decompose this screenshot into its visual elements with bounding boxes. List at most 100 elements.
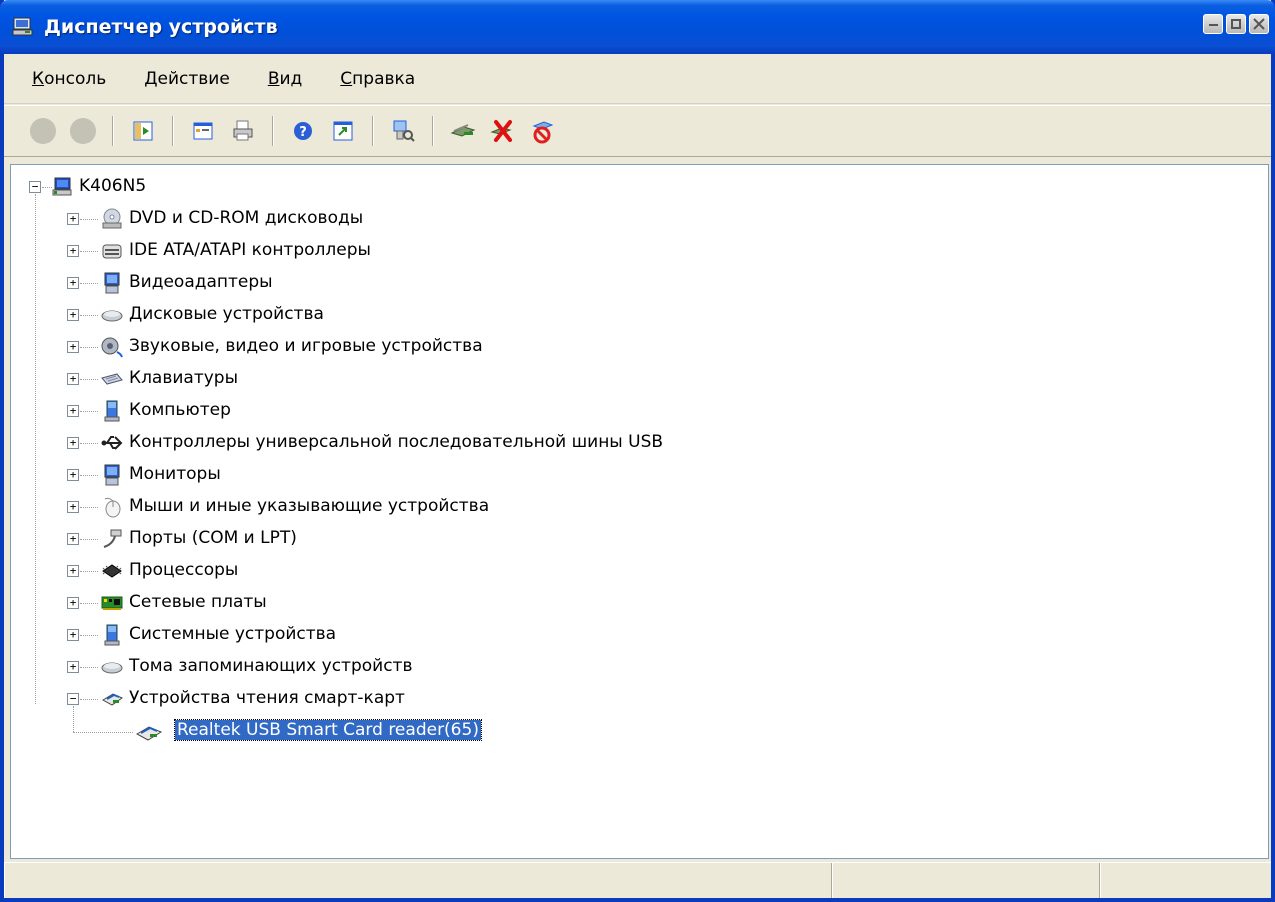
print-button[interactable] bbox=[226, 114, 260, 148]
update-driver-button[interactable] bbox=[446, 114, 480, 148]
status-bar bbox=[4, 862, 1271, 898]
scan-hardware-icon bbox=[393, 120, 415, 142]
expand-monitors-toggle[interactable]: + bbox=[67, 469, 79, 481]
disable-icon bbox=[532, 121, 554, 144]
maximize-icon bbox=[1231, 19, 1241, 29]
toolbar-separator bbox=[432, 116, 434, 146]
tree-connector bbox=[80, 251, 98, 252]
tree-connector bbox=[80, 699, 98, 700]
expand-system-toggle[interactable]: + bbox=[67, 629, 79, 641]
category-system-label[interactable]: Системные устройства bbox=[129, 624, 336, 644]
forward-button[interactable] bbox=[66, 114, 100, 148]
tree-connector bbox=[80, 443, 98, 444]
expand-usb-toggle[interactable]: + bbox=[67, 437, 79, 449]
forward-icon bbox=[70, 118, 96, 144]
device-manager-icon bbox=[12, 16, 34, 38]
category-volumes-label[interactable]: Тома запоминающих устройств bbox=[129, 656, 412, 676]
minimize-button[interactable] bbox=[1203, 14, 1223, 34]
window-title: Диспетчер устройств bbox=[44, 16, 278, 38]
properties-button[interactable] bbox=[186, 114, 220, 148]
tree-connector bbox=[80, 219, 98, 220]
status-cell-main bbox=[4, 863, 832, 898]
maximize-button[interactable] bbox=[1226, 14, 1246, 34]
category-ide-label[interactable]: IDE ATA/ATAPI контроллеры bbox=[129, 240, 371, 260]
category-mice-label[interactable]: Мыши и иные указывающие устройства bbox=[129, 496, 489, 516]
svg-text:?: ? bbox=[299, 125, 307, 140]
expand-network-toggle[interactable]: + bbox=[67, 597, 79, 609]
expand-computer-toggle[interactable]: + bbox=[67, 405, 79, 417]
help-button[interactable]: ? bbox=[286, 114, 320, 148]
sound-device-icon bbox=[101, 336, 123, 358]
menu-console[interactable]: Консоль bbox=[30, 67, 108, 91]
computer-category-icon bbox=[101, 400, 123, 422]
dvd-drive-icon bbox=[101, 208, 123, 230]
category-dvd-label[interactable]: DVD и CD-ROM дисководы bbox=[129, 208, 363, 228]
tree-connector bbox=[80, 571, 98, 572]
device-tree[interactable]: − K406N5 + DVD и CD-ROM дисководы + IDE … bbox=[10, 164, 1269, 859]
category-usb-label[interactable]: Контроллеры универсальной последовательн… bbox=[129, 432, 663, 452]
title-bar[interactable]: Диспетчер устройств bbox=[0, 0, 1275, 54]
tree-connector bbox=[80, 315, 98, 316]
scan-hardware-button[interactable] bbox=[386, 114, 420, 148]
back-button[interactable] bbox=[26, 114, 60, 148]
category-cpu-label[interactable]: Процессоры bbox=[129, 560, 238, 580]
category-monitors-label[interactable]: Мониторы bbox=[129, 464, 221, 484]
menu-help[interactable]: Справка bbox=[338, 67, 417, 91]
category-sound-label[interactable]: Звуковые, видео и игровые устройства bbox=[129, 336, 483, 356]
tree-connector bbox=[80, 283, 98, 284]
expand-ports-toggle[interactable]: + bbox=[67, 533, 79, 545]
export-icon bbox=[333, 121, 353, 141]
menu-action[interactable]: Действие bbox=[142, 67, 232, 91]
category-ports-label[interactable]: Порты (COM и LPT) bbox=[129, 528, 297, 548]
collapse-root-toggle[interactable]: − bbox=[29, 181, 41, 193]
menu-view[interactable]: Вид bbox=[266, 67, 304, 91]
uninstall-button[interactable] bbox=[486, 114, 520, 148]
category-network-label[interactable]: Сетевые платы bbox=[129, 592, 267, 612]
category-video-label[interactable]: Видеоадаптеры bbox=[129, 272, 273, 292]
monitor-icon bbox=[101, 464, 123, 486]
ide-controller-icon bbox=[101, 240, 123, 262]
disable-button[interactable] bbox=[526, 114, 560, 148]
expand-cpu-toggle[interactable]: + bbox=[67, 565, 79, 577]
export-button[interactable] bbox=[326, 114, 360, 148]
usb-icon bbox=[101, 432, 123, 454]
tree-connector bbox=[80, 347, 98, 348]
processor-icon bbox=[101, 560, 123, 582]
expand-keyboard-toggle[interactable]: + bbox=[67, 373, 79, 385]
root-computer-label[interactable]: K406N5 bbox=[79, 176, 146, 196]
expand-disk-toggle[interactable]: + bbox=[67, 309, 79, 321]
toolbar-separator bbox=[372, 116, 374, 146]
network-card-icon bbox=[101, 592, 123, 614]
keyboard-icon bbox=[101, 368, 123, 390]
toolbar-separator bbox=[112, 116, 114, 146]
expand-video-toggle[interactable]: + bbox=[67, 277, 79, 289]
show-hide-tree-icon bbox=[133, 121, 153, 141]
category-disk-label[interactable]: Дисковые устройства bbox=[129, 304, 324, 324]
category-keyboard-label[interactable]: Клавиатуры bbox=[129, 368, 238, 388]
show-hide-tree-button[interactable] bbox=[126, 114, 160, 148]
close-button[interactable] bbox=[1249, 14, 1269, 34]
toolbar-separator bbox=[172, 116, 174, 146]
tree-connector bbox=[73, 732, 133, 733]
close-icon bbox=[1253, 18, 1265, 30]
expand-volumes-toggle[interactable]: + bbox=[67, 661, 79, 673]
category-computer-label[interactable]: Компьютер bbox=[129, 400, 231, 420]
tree-connector bbox=[80, 635, 98, 636]
expand-ide-toggle[interactable]: + bbox=[67, 245, 79, 257]
tree-connector bbox=[80, 379, 98, 380]
expand-dvd-toggle[interactable]: + bbox=[67, 213, 79, 225]
print-icon bbox=[233, 120, 253, 141]
menu-bar: Консоль Действие Вид Справка bbox=[4, 54, 1271, 104]
expand-sound-toggle[interactable]: + bbox=[67, 341, 79, 353]
tree-connector bbox=[35, 194, 36, 704]
category-smartcard-label[interactable]: Устройства чтения смарт-карт bbox=[129, 688, 405, 708]
expand-mice-toggle[interactable]: + bbox=[67, 501, 79, 513]
mouse-icon bbox=[101, 496, 123, 518]
selected-device-label[interactable]: Realtek USB Smart Card reader(65) bbox=[174, 719, 482, 741]
tree-connector bbox=[73, 706, 74, 732]
collapse-smartcard-toggle[interactable]: − bbox=[67, 693, 79, 705]
disk-drive-icon bbox=[101, 304, 123, 326]
smart-card-reader-icon bbox=[101, 688, 124, 710]
tree-connector bbox=[80, 411, 98, 412]
toolbar-separator bbox=[272, 116, 274, 146]
